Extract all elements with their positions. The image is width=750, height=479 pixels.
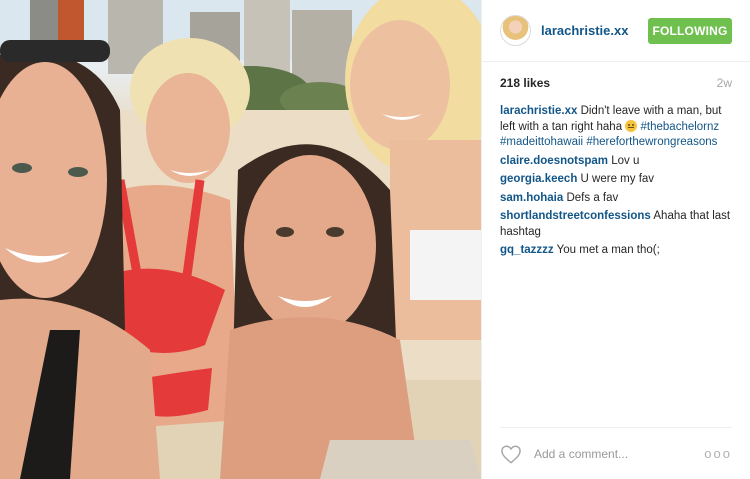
comment-item: gq_tazzzz You met a man tho(; [500,243,732,259]
comment-item: sam.hohaia Defs a fav [500,191,732,207]
comment-input[interactable] [534,446,705,461]
caption: larachristie.xx Didn't leave with a man,… [500,104,732,151]
comment-text: U were my fav [580,173,655,185]
more-options-icon[interactable]: ooo [704,446,732,461]
comment-text: You met a man tho(; [556,244,660,256]
following-button[interactable]: FOLLOWING [648,17,732,44]
comment-username[interactable]: sam.hohaia [500,192,563,204]
avatar[interactable] [500,15,531,46]
comment-text: Defs a fav [566,191,619,204]
instagram-post: larachristie.xx FOLLOWING 218 likes 2w l… [0,0,750,479]
comment-username[interactable]: shortlandstreetconfessions [500,210,651,222]
comment-item: shortlandstreetconfessions Ahaha that la… [500,209,732,240]
comment-username[interactable]: claire.doesnotspam [500,155,608,167]
comment-item: georgia.keech U were my fav [500,172,732,188]
comment-list: larachristie.xx Didn't leave with a man,… [482,104,750,479]
likes-count[interactable]: 218 likes [500,76,550,90]
post-photo[interactable] [0,0,481,479]
beach-selfie-image [0,0,481,479]
heart-outline-icon[interactable] [500,444,522,464]
hashtag-link[interactable]: #hereforthewrongreasons [586,136,717,148]
timestamp[interactable]: 2w [717,76,732,90]
comment-username[interactable]: georgia.keech [500,173,577,185]
post-sidebar: larachristie.xx FOLLOWING 218 likes 2w l… [481,0,750,479]
add-comment-bar: ooo [500,427,732,479]
post-header: larachristie.xx FOLLOWING [482,0,750,62]
comment-item: claire.doesnotspam Lov u [500,154,732,170]
post-meta: 218 likes 2w [482,62,750,104]
comment-username[interactable]: gq_tazzzz [500,244,554,256]
hashtag-link[interactable]: #madeittohawaii [500,136,583,148]
comment-text: Lov u [611,154,640,167]
upside-down-face-icon [625,119,638,132]
caption-username[interactable]: larachristie.xx [500,105,577,117]
hashtag-link[interactable]: #thebachelornz [641,121,720,133]
author-username[interactable]: larachristie.xx [541,23,648,38]
